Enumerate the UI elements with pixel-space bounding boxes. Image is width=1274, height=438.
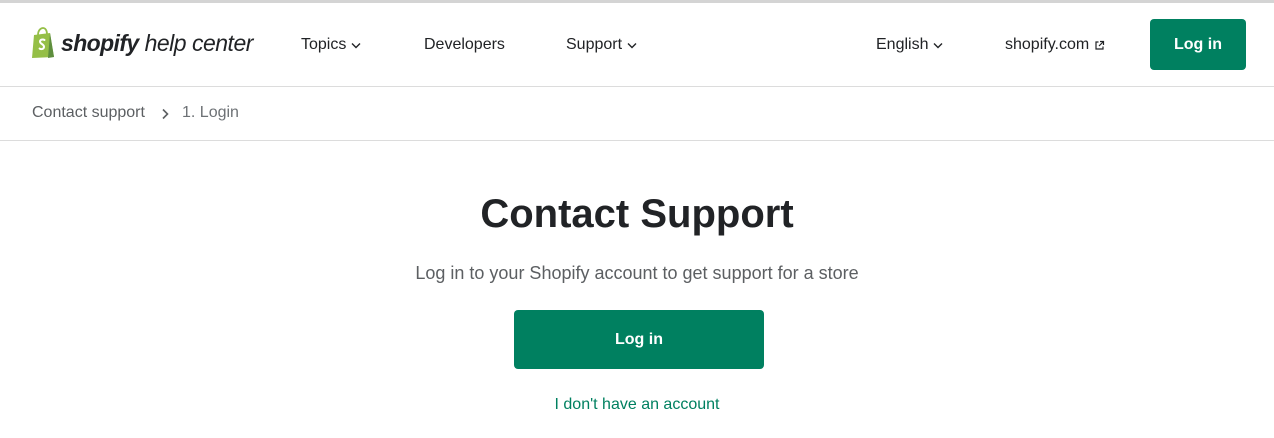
chevron-down-icon: [351, 42, 361, 48]
page-title: Contact Support: [480, 192, 794, 236]
shopify-help-center-logo[interactable]: shopify help center: [30, 25, 253, 61]
logo-brand-text: shopify: [61, 29, 139, 56]
nav-developers[interactable]: Developers: [424, 33, 505, 57]
site-header: shopify help center Topics Developers Su…: [0, 3, 1274, 87]
breadcrumb: Contact support 1. Login: [0, 87, 1274, 141]
language-label: English: [876, 36, 929, 53]
page-subtitle: Log in to your Shopify account to get su…: [415, 263, 859, 283]
breadcrumb-current: 1. Login: [182, 104, 239, 121]
header-login-button[interactable]: Log in: [1150, 19, 1246, 70]
chevron-down-icon: [933, 42, 943, 48]
chevron-right-icon: [162, 108, 169, 120]
logo-subtitle-text: help center: [144, 29, 254, 56]
nav-support-label: Support: [566, 36, 623, 53]
language-selector[interactable]: English: [876, 33, 943, 57]
nav-topics-label: Topics: [301, 36, 347, 53]
breadcrumb-contact-support[interactable]: Contact support: [32, 104, 145, 122]
shopify-com-label: shopify.com: [1005, 36, 1090, 53]
nav-topics[interactable]: Topics: [301, 33, 361, 57]
no-account-link[interactable]: I don't have an account: [0, 394, 1274, 416]
shopify-bag-icon: [32, 27, 54, 58]
nav-support[interactable]: Support: [566, 33, 637, 57]
shopify-com-link[interactable]: shopify.com: [1005, 33, 1105, 57]
login-button[interactable]: Log in: [514, 310, 764, 369]
chevron-down-icon: [627, 42, 637, 48]
external-link-icon: [1095, 40, 1105, 50]
nav-developers-label: Developers: [424, 36, 505, 53]
